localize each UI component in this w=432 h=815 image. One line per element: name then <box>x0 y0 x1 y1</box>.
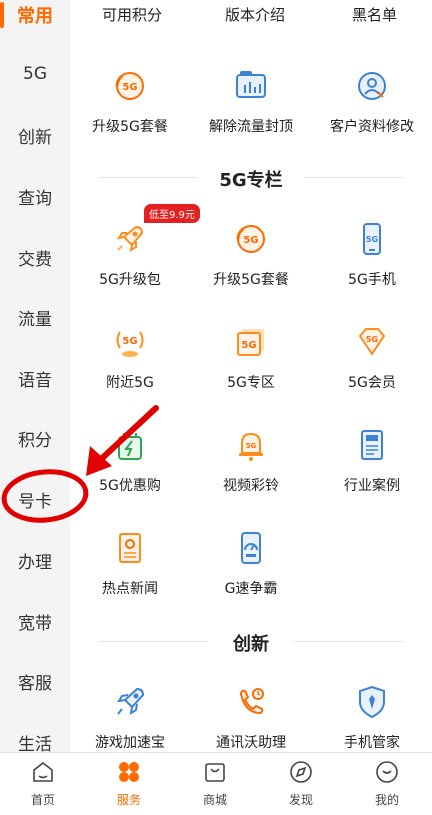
svg-text:5G: 5G <box>366 335 378 344</box>
sidebar-item-common[interactable]: 常用 <box>0 2 70 28</box>
shield-icon <box>359 685 385 719</box>
service-hot-news[interactable]: 热点新闻 <box>70 528 190 598</box>
service-video-ringtone[interactable]: 5G 视频彩铃 <box>191 425 311 495</box>
nav-shop[interactable]: 商城 <box>172 759 258 808</box>
sidebar-item-sim-card[interactable]: 号卡 <box>0 487 70 512</box>
service-label: G速争霸 <box>224 581 278 597</box>
sidebar-item-voice[interactable]: 语音 <box>0 366 70 391</box>
news-icon <box>119 533 141 563</box>
book-icon <box>361 430 383 460</box>
home-icon <box>33 761 53 782</box>
service-label: 5G手机 <box>348 272 396 288</box>
service-label: 升级5G套餐 <box>213 272 289 288</box>
shopping-bag-icon <box>118 433 142 460</box>
rocket-icon <box>116 225 144 253</box>
sidebar-item-broadband[interactable]: 宽带 <box>0 609 70 634</box>
nav-label: 服务 <box>116 793 141 807</box>
category-sidebar: 常用 5G 创新 查询 交费 流量 语音 积分 号卡 办理 宽带 客服 生活 <box>0 0 70 755</box>
bottom-navigation: 首页 服务 商城 发现 我的 <box>0 752 432 815</box>
shop-icon <box>205 763 225 782</box>
traffic-unlock-icon <box>236 71 266 98</box>
service-upgrade-5g-plan-2[interactable]: 5G 升级5G套餐 <box>191 219 311 289</box>
nav-home[interactable]: 首页 <box>0 759 86 808</box>
service-label: 视频彩铃 <box>223 478 279 494</box>
sidebar-item-points[interactable]: 积分 <box>0 426 70 451</box>
svg-text:5G: 5G <box>366 235 378 244</box>
compass-icon <box>290 761 312 783</box>
svg-text:5G: 5G <box>246 442 257 450</box>
service-label: 5G会员 <box>348 375 396 391</box>
service-5g-zone[interactable]: 5G 5G专区 <box>191 322 311 392</box>
service-label: 游戏加速宝 <box>95 735 165 751</box>
service-label: 手机管家 <box>344 735 400 751</box>
service-5g-upgrade-pack[interactable]: 5G升级包 <box>70 219 190 289</box>
service-label: 附近5G <box>106 375 154 391</box>
svg-text:5G: 5G <box>241 340 256 351</box>
sidebar-item-5g[interactable]: 5G <box>0 64 70 84</box>
section-title-5g: 5G专栏 <box>219 170 283 191</box>
nav-label: 首页 <box>30 793 55 807</box>
user-profile-icon <box>358 72 386 100</box>
service-label: 行业案例 <box>344 478 400 494</box>
top-link-points[interactable]: 可用积分 <box>102 4 162 25</box>
nav-mine[interactable]: 我的 <box>344 759 430 808</box>
top-link-blacklist[interactable]: 黑名单 <box>352 4 397 25</box>
sidebar-item-handle[interactable]: 办理 <box>0 548 70 573</box>
service-game-accelerator[interactable]: 游戏加速宝 <box>70 682 190 752</box>
service-icon <box>119 762 139 782</box>
service-upgrade-5g-plan[interactable]: 5G 升级5G套餐 <box>70 66 190 136</box>
nav-discover[interactable]: 发现 <box>258 759 344 808</box>
service-nearby-5g[interactable]: 5G 附近5G <box>70 322 190 392</box>
service-traffic-unlock[interactable]: 解除流量封顶 <box>191 66 311 136</box>
service-label: 升级5G套餐 <box>92 119 168 135</box>
service-label: 热点新闻 <box>102 581 158 597</box>
service-label: 5G专区 <box>227 375 275 391</box>
5g-zone-icon: 5G <box>237 329 264 356</box>
section-title-innovation: 创新 <box>233 634 269 655</box>
top-quick-links: 可用积分 版本介绍 黑名单 <box>70 0 432 44</box>
service-label: 通讯沃助理 <box>216 735 286 751</box>
service-label: 解除流量封顶 <box>209 119 293 135</box>
5g-upgrade-icon: 5G <box>236 225 265 253</box>
sidebar-item-payment[interactable]: 交费 <box>0 245 70 270</box>
diamond-icon: 5G <box>358 328 386 356</box>
signal-5g-icon: 5G <box>116 331 144 357</box>
service-speed-contest[interactable]: G速争霸 <box>191 528 311 598</box>
top-link-version[interactable]: 版本介绍 <box>225 4 285 25</box>
nav-label: 发现 <box>288 793 313 807</box>
phone-icon: 5G <box>363 223 381 255</box>
svg-text:5G: 5G <box>122 82 137 93</box>
service-label: 5G升级包 <box>99 272 161 288</box>
bell-icon: 5G <box>239 432 263 461</box>
service-phone-manager[interactable]: 手机管家 <box>312 682 432 752</box>
phone-assistant-icon <box>239 688 264 715</box>
service-industry-cases[interactable]: 行业案例 <box>312 425 432 495</box>
sidebar-item-traffic[interactable]: 流量 <box>0 305 70 330</box>
service-comm-assistant[interactable]: 通讯沃助理 <box>191 682 311 752</box>
service-5g-phone[interactable]: 5G 5G手机 <box>312 219 432 289</box>
service-5g-discount[interactable]: 5G优惠购 <box>70 425 190 495</box>
sidebar-item-innovation[interactable]: 创新 <box>0 123 70 148</box>
sidebar-item-query[interactable]: 查询 <box>0 184 70 209</box>
service-5g-member[interactable]: 5G 5G会员 <box>312 322 432 392</box>
nav-label: 商城 <box>202 793 227 807</box>
service-label: 5G优惠购 <box>99 478 161 494</box>
speed-test-icon <box>241 532 261 564</box>
nav-label: 我的 <box>374 793 399 807</box>
service-content: 可用积分 版本介绍 黑名单 5G 升级5G套餐 解除流量封顶 客户资料修改 5G… <box>70 0 432 752</box>
svg-text:5G: 5G <box>243 235 258 246</box>
service-label: 客户资料修改 <box>330 119 414 135</box>
5g-upgrade-icon: 5G <box>115 72 144 100</box>
nav-service[interactable]: 服务 <box>86 759 172 808</box>
sidebar-item-customer-service[interactable]: 客服 <box>0 669 70 694</box>
service-profile-edit[interactable]: 客户资料修改 <box>312 66 432 136</box>
profile-icon <box>376 761 398 783</box>
game-rocket-icon <box>117 687 145 715</box>
svg-text:5G: 5G <box>122 336 137 347</box>
